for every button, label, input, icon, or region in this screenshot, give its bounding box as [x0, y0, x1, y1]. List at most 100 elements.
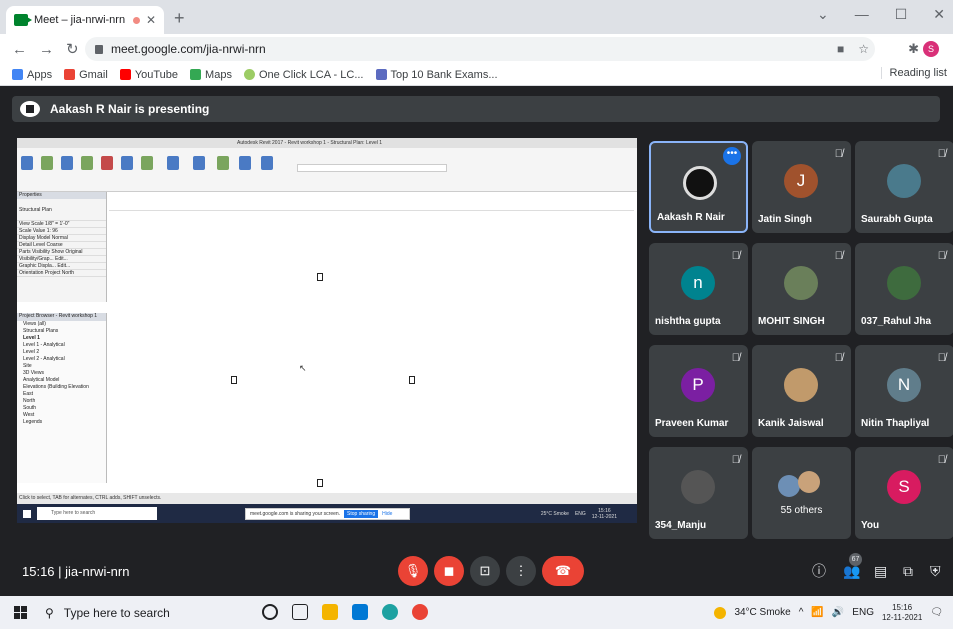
weather-text[interactable]: 34°C Smoke: [734, 607, 790, 618]
screen-sharing-notice: meet.google.com is sharing your screen. …: [245, 508, 410, 520]
participant-tile[interactable]: ••• Aakash R Nair: [649, 141, 748, 233]
browser-row: Level 1 - Analytical: [23, 342, 65, 348]
minimize-button[interactable]: —: [855, 6, 869, 23]
inner-date: 12-11-2021: [591, 513, 617, 520]
prop-row: Parts Visibility Show Original: [17, 249, 106, 256]
meeting-details-icon[interactable]: ⓘ: [812, 561, 826, 581]
participant-tile[interactable]: 🎙̸ P Praveen Kumar: [649, 345, 748, 437]
present-button[interactable]: ⊡: [470, 556, 500, 586]
maximize-button[interactable]: ☐: [895, 6, 908, 23]
back-icon[interactable]: ←: [12, 41, 27, 58]
mic-toggle-button[interactable]: 🎙: [398, 556, 428, 586]
edge-icon[interactable]: [382, 604, 398, 620]
mic-off-icon: 🎙̸: [834, 352, 843, 364]
bookmark-oneclicklca[interactable]: One Click LCA - LC...: [243, 69, 364, 81]
self-tile[interactable]: 🎙̸ S You: [855, 447, 953, 539]
close-window-button[interactable]: ✕: [933, 6, 945, 23]
others-count: 55 others: [780, 505, 823, 516]
chat-icon[interactable]: ▤: [874, 563, 887, 580]
tab-search-icon[interactable]: ⌄: [817, 6, 829, 23]
camera-toggle-button[interactable]: ◼: [434, 556, 464, 586]
bookmark-star-icon[interactable]: ☆: [858, 42, 869, 56]
address-bar-row: ← → ↻ meet.google.com/jia-nrwi-nrn ■ ☆ ✱…: [0, 34, 953, 64]
participant-tile[interactable]: 🎙̸ MOHIT SINGH: [752, 243, 851, 335]
new-tab-button[interactable]: +: [174, 8, 185, 29]
extensions-icon[interactable]: ✱: [908, 41, 919, 57]
host-controls-icon[interactable]: ⛨: [930, 563, 941, 580]
meet-control-bar: 15:16 | jia-nrwi-nrn 🎙 ◼ ⊡ ⋮ ☎ ⓘ 👥 67 ▤ ⧉…: [0, 546, 953, 596]
bookmark-apps[interactable]: Apps: [12, 69, 52, 81]
task-view-icon[interactable]: [292, 604, 308, 620]
presenting-banner: Aakash R Nair is presenting: [12, 96, 940, 122]
search-icon: ⚲: [45, 605, 54, 620]
participant-tile[interactable]: 🎙̸ Kanik Jaiswal: [752, 345, 851, 437]
bookmark-gmail[interactable]: Gmail: [64, 69, 108, 81]
participant-tile[interactable]: 🎙̸ J Jatin Singh: [752, 141, 851, 233]
browser-row: Structural Plans: [23, 328, 59, 334]
participant-tile[interactable]: 🎙̸ n nishtha gupta: [649, 243, 748, 335]
lock-icon: [95, 44, 103, 54]
notifications-icon[interactable]: 🗨: [930, 607, 943, 618]
insert-from-file-icon: [193, 156, 205, 170]
elevation-marker-north-icon: [317, 273, 323, 281]
profile-avatar[interactable]: S: [923, 41, 939, 57]
clock-date: 12-11-2021: [881, 612, 923, 622]
participant-avatar: n: [681, 266, 715, 300]
browser-row: 3D Views: [23, 370, 45, 376]
omnibox[interactable]: meet.google.com/jia-nrwi-nrn ■ ☆: [85, 37, 875, 61]
chrome-icon[interactable]: [412, 604, 428, 620]
language-indicator[interactable]: ENG: [852, 607, 874, 618]
file-explorer-icon[interactable]: [322, 604, 338, 620]
load-group-icon: [261, 156, 273, 170]
inner-search-box: Type here to search: [37, 507, 157, 520]
prop-row: Display Model Normal: [17, 235, 106, 242]
clock-time: 15:16: [892, 602, 913, 612]
cortana-icon[interactable]: [262, 604, 278, 620]
browser-tab-strip: Meet – jia-nrwi-nrn ✕ + ⌄ — ☐ ✕: [0, 0, 953, 34]
mail-icon[interactable]: [352, 604, 368, 620]
volume-icon[interactable]: 🔊: [832, 607, 844, 618]
participant-tile[interactable]: 🎙̸ 354_Manju: [649, 447, 748, 539]
others-tile[interactable]: 55 others: [752, 447, 851, 539]
forward-icon[interactable]: →: [39, 41, 54, 58]
taskbar-search[interactable]: ⚲ Type here to search: [45, 606, 170, 620]
project-browser-header: Project Browser - Revit workshop 1: [17, 313, 106, 321]
leave-call-button[interactable]: ☎: [542, 556, 584, 586]
close-tab-icon[interactable]: ✕: [146, 13, 156, 27]
prop-row: Graphic Displa... Edit...: [17, 263, 106, 270]
reading-list-button[interactable]: Reading list: [880, 67, 947, 79]
windows-start-icon[interactable]: [14, 606, 27, 619]
modify-tool-icon: [21, 156, 33, 170]
participant-tile[interactable]: 🎙̸ Saurabh Gupta: [855, 141, 953, 233]
clock[interactable]: 15:16 12-11-2021: [882, 603, 922, 623]
network-icon[interactable]: 📶: [811, 607, 823, 618]
import-cad-icon: [167, 156, 179, 170]
weather-icon: [714, 606, 727, 619]
meeting-code: jia-nrwi-nrn: [65, 563, 130, 579]
people-button[interactable]: 👥 67: [843, 552, 862, 580]
more-options-icon[interactable]: •••: [723, 147, 741, 165]
windows-taskbar: ⚲ Type here to search 34°C Smoke ^ 📶 🔊 EN…: [0, 596, 953, 629]
decal-icon: [121, 156, 133, 170]
participant-avatar: P: [681, 368, 715, 402]
maps-icon: [190, 69, 202, 80]
mic-off-icon: 🎙̸: [731, 250, 740, 262]
meeting-time: 15:16: [22, 563, 55, 579]
bookmark-maps[interactable]: Maps: [190, 69, 232, 81]
camera-indicator-icon[interactable]: ■: [837, 42, 844, 56]
activities-icon[interactable]: ⧉: [903, 563, 913, 580]
browser-row: Level 2: [23, 349, 40, 355]
reload-icon[interactable]: ↻: [66, 40, 79, 58]
participant-tile[interactable]: 🎙̸ 037_Rahul Jha: [855, 243, 953, 335]
participant-avatar: [887, 164, 921, 198]
participant-tile[interactable]: 🎙̸ N Nitin Thapliyal: [855, 345, 953, 437]
participant-name: Nitin Thapliyal: [861, 418, 930, 429]
bookmark-youtube[interactable]: YouTube: [119, 69, 178, 81]
more-options-button[interactable]: ⋮: [506, 556, 536, 586]
bookmark-bank-exams[interactable]: Top 10 Bank Exams...: [375, 69, 498, 81]
mic-off-icon: 🎙̸: [731, 454, 740, 466]
tab-meet[interactable]: Meet – jia-nrwi-nrn ✕: [6, 6, 164, 34]
tab-title: Meet – jia-nrwi-nrn: [34, 14, 126, 26]
link-revit-icon: [41, 156, 53, 170]
tray-arrow-icon[interactable]: ^: [799, 607, 804, 618]
